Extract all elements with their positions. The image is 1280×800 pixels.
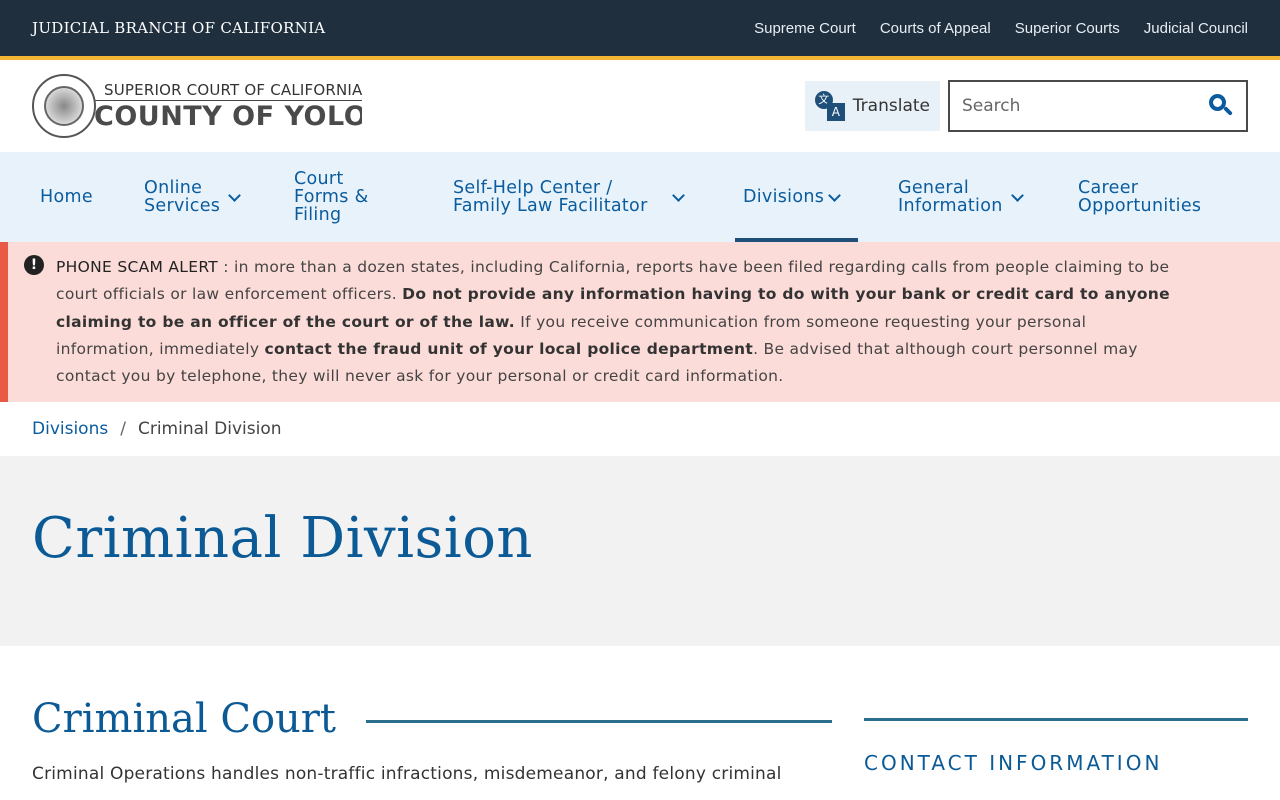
nav-career-opportunities[interactable]: Career Opportunities — [1038, 152, 1209, 242]
page-hero: Criminal Division — [0, 456, 1280, 647]
contact-sidebar: CONTACT INFORMATION — [864, 696, 1248, 784]
logo-subtitle: SUPERIOR COURT OF CALIFORNIA — [94, 81, 363, 101]
superior-courts-link[interactable]: Superior Courts — [1015, 20, 1120, 37]
intro-paragraph: Criminal Operations handles non-traffic … — [32, 764, 782, 785]
logo-title: COUNTY OF YOLO — [94, 100, 362, 132]
search-icon[interactable] — [1208, 93, 1234, 119]
nav-self-help[interactable]: Self-Help Center / Family Law Facilitator — [445, 152, 735, 242]
nav-home-label: Home — [40, 187, 93, 207]
judicial-branch-brand[interactable]: JUDICIAL BRANCH OF CALIFORNIA — [32, 19, 325, 37]
logo-text: SUPERIOR COURT OF CALIFORNIA COUNTY OF Y… — [94, 81, 363, 132]
top-utility-bar: JUDICIAL BRANCH OF CALIFORNIA Supreme Co… — [0, 0, 1280, 60]
nav-online-services[interactable]: Online Services — [138, 152, 288, 242]
section-title: Criminal Court — [32, 696, 337, 743]
page-title: Criminal Division — [32, 506, 533, 572]
translate-label: Translate — [852, 96, 930, 116]
nav-general-information[interactable]: General Information — [858, 152, 1038, 242]
nav-online-services-label: Online Services — [144, 178, 221, 216]
search-input[interactable] — [962, 96, 1208, 116]
translate-icon: 文A — [814, 91, 845, 121]
nav-divisions[interactable]: Divisions — [735, 152, 858, 242]
main-content: Criminal Court Criminal Operations handl… — [0, 646, 1280, 784]
nav-self-help-label: Self-Help Center / Family Law Facilitator — [453, 178, 648, 216]
translate-button[interactable]: 文A Translate — [804, 81, 940, 131]
main-nav: Home Online Services Court Forms & Filing… — [0, 152, 1280, 242]
site-header: SUPERIOR COURT OF CALIFORNIA COUNTY OF Y… — [0, 60, 1280, 152]
utility-links: Supreme Court Courts of Appeal Superior … — [754, 20, 1248, 37]
breadcrumb-separator: / — [120, 419, 126, 440]
court-logo[interactable]: SUPERIOR COURT OF CALIFORNIA COUNTY OF Y… — [32, 74, 363, 138]
contact-information-heading: CONTACT INFORMATION — [864, 751, 1163, 776]
chevron-down-icon — [1010, 188, 1024, 202]
alert-title: PHONE SCAM ALERT — [56, 258, 219, 276]
content-main-column: Criminal Court Criminal Operations handl… — [32, 696, 832, 784]
supreme-court-link[interactable]: Supreme Court — [754, 20, 856, 37]
nav-divisions-label: Divisions — [743, 187, 825, 207]
section-header: Criminal Court — [32, 696, 832, 742]
alert-icon: ! — [24, 255, 44, 275]
state-seal-icon — [32, 74, 96, 138]
nav-home[interactable]: Home — [32, 152, 138, 242]
breadcrumb: Divisions / Criminal Division — [0, 402, 1280, 456]
alert-message: PHONE SCAM ALERT : in more than a dozen … — [56, 258, 1170, 386]
breadcrumb-divisions-link[interactable]: Divisions — [32, 419, 108, 439]
section-divider — [366, 719, 832, 723]
courts-of-appeal-link[interactable]: Courts of Appeal — [880, 20, 991, 37]
breadcrumb-current: Criminal Division — [137, 419, 282, 440]
header-tools: 文A Translate — [804, 80, 1248, 132]
scam-alert-banner: ! PHONE SCAM ALERT : in more than a doze… — [0, 242, 1280, 403]
chevron-down-icon — [828, 188, 842, 202]
nav-court-forms-label: Court Forms & Filing — [294, 169, 369, 225]
sidebar-divider — [864, 718, 1248, 722]
chevron-down-icon — [671, 188, 685, 202]
nav-general-information-label: General Information — [898, 178, 1003, 216]
nav-career-opportunities-label: Career Opportunities — [1078, 178, 1202, 216]
chevron-down-icon — [228, 188, 242, 202]
judicial-council-link[interactable]: Judicial Council — [1144, 20, 1248, 37]
nav-court-forms[interactable]: Court Forms & Filing — [288, 152, 445, 242]
search-box — [948, 80, 1248, 132]
